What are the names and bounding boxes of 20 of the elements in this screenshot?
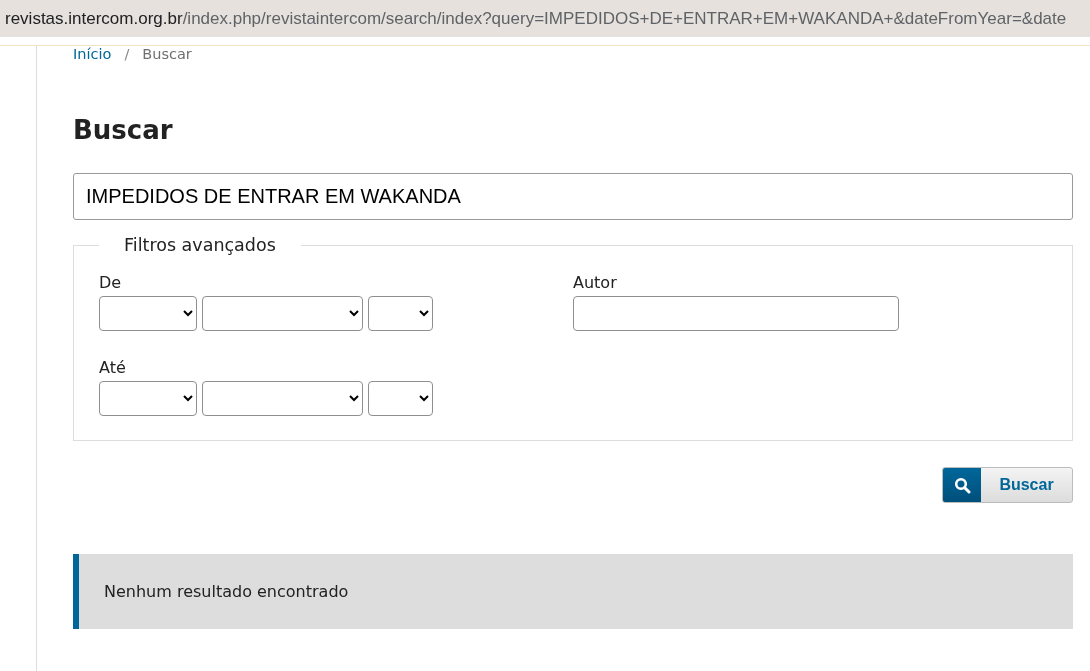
dropdown[interactable]	[202, 381, 363, 416]
breadcrumb-link[interactable]: Início	[73, 46, 112, 62]
field-label: De	[99, 273, 122, 293]
field-label: Até	[99, 358, 126, 378]
breadcrumb-current-page: Buscar	[142, 46, 192, 62]
search-button[interactable]: Buscar	[942, 467, 1073, 503]
filters-legend: Filtros avançados	[99, 233, 301, 257]
dropdown[interactable]	[368, 381, 433, 416]
author-field[interactable]	[573, 296, 899, 331]
field-label: Autor	[573, 273, 617, 293]
notice-text: Nenhum resultado encontrado	[104, 582, 349, 601]
page-title: Buscar	[73, 114, 173, 147]
dropdown[interactable]	[202, 296, 363, 331]
address-bar[interactable]: revistas.intercom.org.br/index.php/revistaintercom/search/index?query=IMPEDIDOS+DE+ENTRAR+EM+WAKANDA+&dateFromYear=&date	[0, 0, 1090, 37]
breadcrumb-separator: /	[124, 46, 130, 62]
search-icon	[943, 468, 981, 502]
dropdown[interactable]	[99, 381, 197, 416]
search-field[interactable]: IMPEDIDOS DE ENTRAR EM WAKANDA	[73, 173, 1073, 220]
dropdown[interactable]	[368, 296, 433, 331]
dropdown[interactable]	[99, 296, 197, 331]
